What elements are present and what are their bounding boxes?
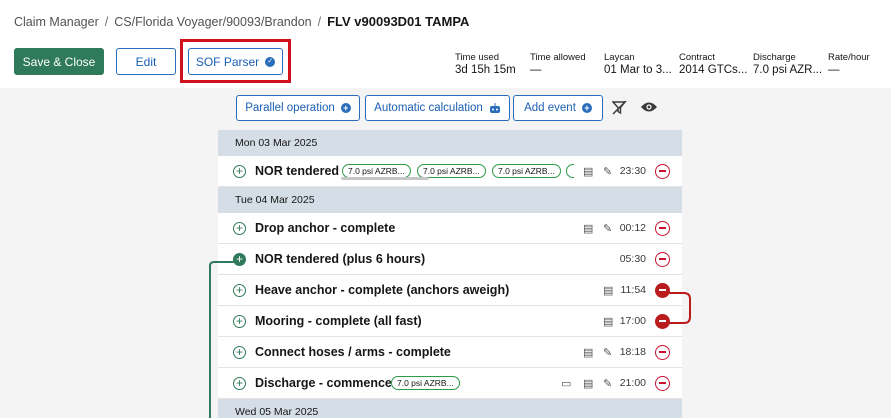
stat-time-allowed: Time allowed —: [530, 52, 586, 76]
add-circle-icon[interactable]: +: [233, 164, 246, 178]
event-row[interactable]: + Drop anchor - complete ▤ ✎ 00:12: [218, 213, 682, 244]
remove-circle-icon[interactable]: [655, 375, 670, 391]
green-link-line: [209, 261, 234, 418]
automatic-calculation-label: Automatic calculation: [374, 102, 483, 114]
save-close-button[interactable]: Save & Close: [14, 48, 104, 75]
event-title: Heave anchor - complete (anchors aweigh): [255, 283, 510, 297]
event-row[interactable]: + Mooring - complete (all fast) ▤ 17:00: [218, 306, 682, 337]
event-time: 11:54: [620, 284, 647, 296]
stat-contract: Contract 2014 GTCs...: [679, 52, 748, 76]
event-title: NOR tendered: [255, 164, 340, 178]
document-icon[interactable]: ▤: [583, 165, 593, 178]
event-row[interactable]: + Heave anchor - complete (anchors aweig…: [218, 275, 682, 306]
day-header: Tue 04 Mar 2025: [218, 187, 682, 213]
edit-button[interactable]: Edit: [116, 48, 176, 75]
event-title: Mooring - complete (all fast): [255, 314, 422, 328]
stat-laycan: Laycan 01 Mar to 3...: [604, 52, 672, 76]
filter-off-icon[interactable]: [612, 101, 627, 115]
day-header: Wed 05 Mar 2025: [218, 399, 682, 418]
remove-circle-icon[interactable]: [655, 251, 670, 267]
cargo-tag[interactable]: 7.0 psi AZRB...: [417, 164, 486, 178]
parallel-operation-label: Parallel operation: [245, 102, 335, 114]
day-header: Mon 03 Mar 2025: [218, 130, 682, 156]
event-row[interactable]: + NOR tendered 7.0 psi AZRB... 7.0 psi A…: [218, 156, 682, 187]
pencil-icon[interactable]: ✎: [603, 346, 612, 359]
tag-scrollbar[interactable]: [341, 177, 429, 180]
event-row[interactable]: + Discharge - commence 7.0 psi AZRB... ▭…: [218, 368, 682, 399]
header-bar: Claim Manager / CS/Florida Voyager/90093/B…: [0, 0, 891, 88]
cargo-tag[interactable]: 7.0 psi AZRB...: [492, 164, 561, 178]
pencil-icon[interactable]: ✎: [603, 222, 612, 235]
breadcrumb: Claim Manager / CS/Florida Voyager/90093/B…: [14, 14, 470, 29]
event-time: 23:30: [619, 165, 646, 177]
event-time: 05:30: [619, 253, 646, 265]
add-event-label: Add event: [524, 102, 576, 114]
parallel-operation-button[interactable]: Parallel operation +: [236, 95, 360, 121]
cargo-tag-overflow[interactable]: [566, 164, 574, 178]
event-time: 21:00: [619, 377, 646, 389]
automatic-calculation-button[interactable]: Automatic calculation: [365, 95, 510, 121]
document-icon[interactable]: ▤: [583, 377, 593, 390]
event-title: Drop anchor - complete: [255, 221, 396, 235]
pencil-icon[interactable]: ✎: [603, 165, 612, 178]
eye-icon[interactable]: [640, 101, 658, 113]
remove-circle-icon[interactable]: [655, 163, 670, 179]
remove-circle-icon[interactable]: [655, 344, 670, 360]
event-title: Connect hoses / arms - complete: [255, 345, 451, 359]
cargo-tag[interactable]: 7.0 psi AZRB...: [342, 164, 411, 178]
add-event-button[interactable]: Add event +: [513, 95, 603, 121]
document-icon[interactable]: ▤: [583, 346, 593, 359]
red-link-line: [666, 292, 691, 324]
robot-icon: [489, 102, 500, 113]
event-time: 00:12: [619, 222, 646, 234]
highlight-box: [180, 39, 291, 83]
stat-discharge: Discharge 7.0 psi AZR...: [753, 52, 823, 76]
event-list: Mon 03 Mar 2025 + NOR tendered 7.0 psi A…: [218, 130, 682, 418]
add-circle-icon[interactable]: +: [233, 221, 246, 235]
page-title: FLV v90093D01 TAMPA: [327, 14, 470, 29]
event-row[interactable]: + NOR tendered (plus 6 hours) 05:30: [218, 244, 682, 275]
remove-circle-icon[interactable]: [655, 220, 670, 236]
plus-icon: +: [581, 103, 592, 113]
event-title: NOR tendered (plus 6 hours): [255, 252, 426, 266]
pencil-icon[interactable]: ✎: [603, 377, 612, 390]
event-title: Discharge - commence: [255, 376, 392, 390]
breadcrumb-claim-path[interactable]: CS/Florida Voyager/90093/Brandon: [114, 15, 311, 29]
plus-icon: +: [340, 103, 351, 113]
stat-time-used: Time used 3d 15h 15m: [455, 52, 516, 76]
breadcrumb-claim-manager[interactable]: Claim Manager: [14, 15, 99, 29]
stat-rate-hour: Rate/hour —: [828, 52, 870, 76]
document-search-icon[interactable]: ▤: [603, 284, 613, 297]
document-search-icon[interactable]: ▤: [603, 315, 613, 328]
event-time: 17:00: [619, 315, 646, 327]
comment-icon[interactable]: ▭: [561, 377, 571, 390]
cargo-tag[interactable]: 7.0 psi AZRB...: [391, 376, 460, 390]
event-time: 18:18: [619, 346, 646, 358]
event-row[interactable]: + Connect hoses / arms - complete ▤ ✎ 18…: [218, 337, 682, 368]
document-icon[interactable]: ▤: [583, 222, 593, 235]
